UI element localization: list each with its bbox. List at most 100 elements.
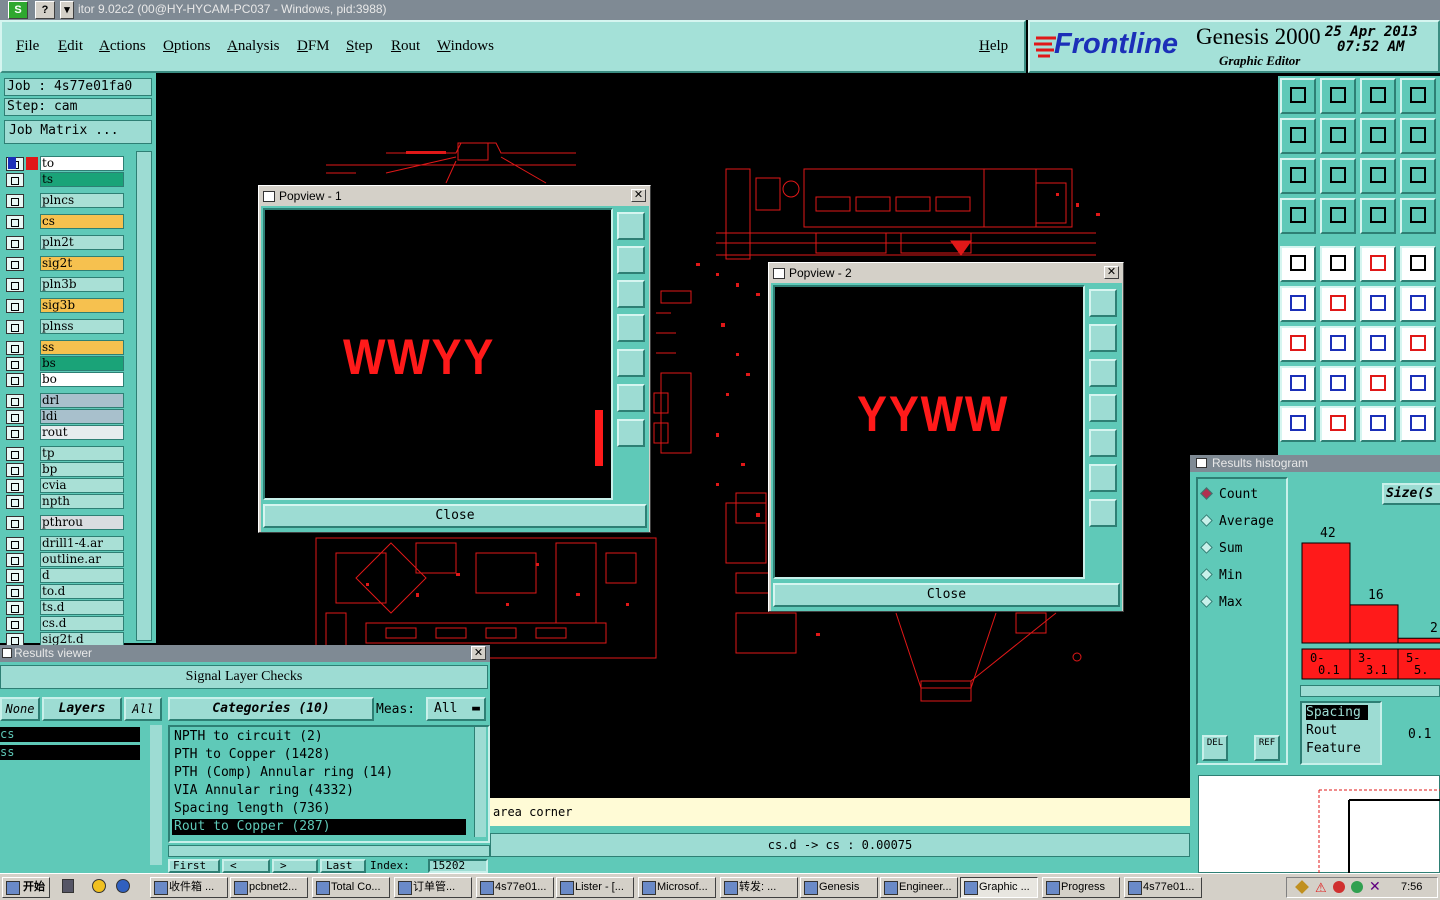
layer-name[interactable]: cvia [40, 478, 124, 493]
cross-icon[interactable] [1320, 286, 1356, 322]
layer-name[interactable]: bp [40, 462, 124, 477]
layer-checkbox[interactable] [6, 173, 24, 187]
layer-checkbox[interactable] [6, 394, 24, 408]
histogram-option[interactable]: Average [1200, 514, 1274, 529]
category-scrollbar[interactable] [474, 727, 486, 837]
snap-icon[interactable] [1400, 246, 1436, 282]
flip-icon[interactable] [1360, 118, 1396, 154]
layer-name[interactable]: bo [40, 372, 124, 387]
open-job-icon[interactable] [1280, 78, 1316, 114]
taskbar-item[interactable]: Graphic ... [960, 877, 1038, 898]
dash-icon[interactable] [1320, 366, 1356, 402]
menu-options[interactable]: Options [163, 38, 211, 55]
layer-row-drl[interactable]: drl [6, 393, 130, 409]
layer-row-pln3b[interactable]: pln3b [6, 277, 130, 293]
layer-checkbox[interactable] [6, 569, 24, 583]
layer-checkbox[interactable] [6, 516, 24, 530]
help-q-icon[interactable]: ? [35, 1, 55, 19]
line-icon[interactable] [1360, 286, 1396, 322]
index-field[interactable]: 15202 [428, 859, 488, 873]
layer-name[interactable]: outline.ar [40, 552, 124, 567]
popview-1-close-button[interactable]: Close [263, 504, 647, 528]
grid-icon[interactable] [1320, 198, 1356, 234]
layer-scrollbar[interactable] [136, 151, 152, 641]
layer-row-d[interactable]: d [6, 568, 130, 584]
ie-icon[interactable] [116, 879, 130, 893]
layer-name[interactable]: cs [40, 214, 124, 229]
ruler-icon[interactable] [1360, 246, 1396, 282]
layer-row-ts[interactable]: ts [6, 172, 130, 188]
taskbar-item[interactable]: 订单管... [394, 877, 472, 898]
slash-icon[interactable] [1320, 326, 1356, 362]
menu-actions[interactable]: Actions [99, 38, 146, 55]
layer-row-ss[interactable]: ss [6, 340, 130, 356]
first-button[interactable]: First [168, 859, 220, 873]
layer-row-plnss[interactable]: plnss [6, 319, 130, 335]
layer-checkbox[interactable] [6, 479, 24, 493]
layer-checkbox[interactable] [6, 617, 24, 631]
pan-left-icon[interactable] [1089, 394, 1117, 422]
triangle-icon[interactable] [1280, 406, 1316, 442]
zoom-fit-icon[interactable] [1089, 289, 1117, 317]
menu-windows[interactable]: Windows [437, 38, 494, 55]
taskbar-item[interactable]: Microsof... [638, 877, 716, 898]
shape-b-icon[interactable] [1400, 406, 1436, 442]
layers-compare-icon[interactable] [1400, 198, 1436, 234]
window-icon[interactable] [1400, 78, 1436, 114]
layer-name[interactable]: npth [40, 494, 124, 509]
layer-name[interactable]: ts [40, 172, 124, 187]
layer-row-bo[interactable]: bo [6, 372, 130, 388]
s-curve-icon[interactable] [1400, 118, 1436, 154]
category-item[interactable]: Spacing length (736) [172, 801, 466, 817]
taskbar-item[interactable]: Genesis [800, 877, 878, 898]
zoom-fit-icon[interactable] [617, 212, 645, 240]
layer-name[interactable]: plnss [40, 319, 124, 334]
layer-row-bp[interactable]: bp [6, 462, 130, 478]
histogram-scrollbar[interactable] [1300, 685, 1440, 697]
menu-step[interactable]: Step [346, 38, 373, 55]
save-icon[interactable] [1320, 78, 1356, 114]
menu-rout[interactable]: Rout [391, 38, 420, 55]
layer-checkbox[interactable] [6, 341, 24, 355]
arc-icon[interactable] [1320, 406, 1356, 442]
layer-name[interactable]: rout [40, 425, 124, 440]
category-item[interactable]: PTH (Comp) Annular ring (14) [172, 765, 466, 781]
all-layers-button[interactable]: All [124, 697, 162, 721]
copy-icon[interactable] [1280, 366, 1316, 402]
layer-name[interactable]: ldi [40, 409, 124, 424]
tray-icon[interactable] [1295, 880, 1309, 894]
category-item[interactable]: Rout to Copper (287) [172, 819, 466, 835]
layer-row-pthrou[interactable]: pthrou [6, 515, 130, 531]
histogram-option[interactable]: Min [1200, 568, 1242, 583]
layer-row-tp[interactable]: tp [6, 446, 130, 462]
layer-name[interactable]: pthrou [40, 515, 124, 530]
taskbar-item[interactable]: 4s77e01... [476, 877, 554, 898]
layer-row-npth[interactable]: npth [6, 494, 130, 510]
tray-icon[interactable]: ⚠ [1315, 880, 1327, 896]
layer-name[interactable]: ss [40, 340, 124, 355]
layer-row-cs-d[interactable]: cs.d [6, 616, 130, 632]
taskbar-item[interactable]: Total Co... [312, 877, 390, 898]
categories-button[interactable]: Categories (10) [168, 697, 374, 721]
layer-checkbox[interactable] [6, 447, 24, 461]
layer-name[interactable]: to [40, 156, 124, 171]
pan-down-icon[interactable] [617, 280, 645, 308]
export-icon[interactable] [1320, 118, 1356, 154]
pan-left-icon[interactable] [617, 314, 645, 342]
quicklaunch-icon[interactable] [92, 879, 106, 893]
tray-icon[interactable] [1333, 881, 1345, 893]
layer-checkbox[interactable] [6, 278, 24, 292]
layer-checkbox[interactable] [6, 601, 24, 615]
layer-checkbox[interactable] [6, 215, 24, 229]
popview-1-view[interactable]: WWYY [263, 208, 613, 500]
layer-row-bs[interactable]: bs [6, 356, 130, 372]
pan-up-icon[interactable] [1089, 324, 1117, 352]
layer-checkbox[interactable] [6, 299, 24, 313]
dimension-icon[interactable] [1360, 366, 1396, 402]
shape-a-icon[interactable] [1360, 406, 1396, 442]
histogram-bar[interactable] [1301, 542, 1351, 644]
taskbar-item[interactable]: pcbnet2... [230, 877, 308, 898]
layer-row-ts-d[interactable]: ts.d [6, 600, 130, 616]
pan-icon[interactable] [1320, 158, 1356, 194]
layer-row-sig2t[interactable]: sig2t [6, 256, 130, 272]
